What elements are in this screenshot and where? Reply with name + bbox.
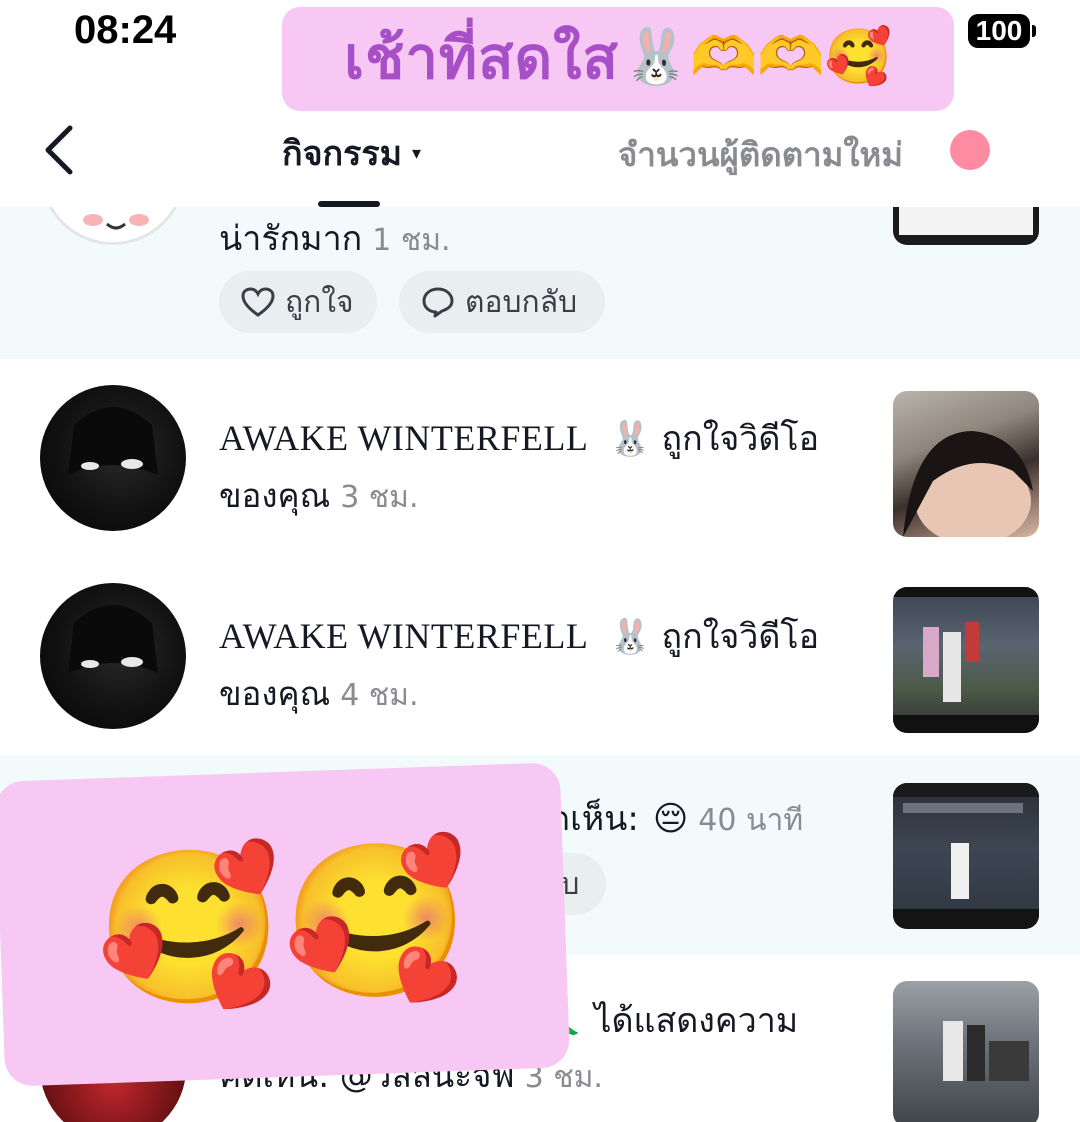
bunny-face-icon	[83, 214, 149, 230]
thumbnail-art	[903, 431, 1033, 537]
activity-text-line2: ของคุณ 4 ชม.	[219, 674, 419, 713]
reply-button[interactable]: ตอบกลับ	[399, 271, 605, 333]
back-arrow-icon[interactable]	[40, 122, 90, 178]
username[interactable]: AWAKE WINTERFELL	[219, 418, 588, 458]
emoji-sticker: 🥰🥰	[0, 762, 571, 1087]
video-thumbnail[interactable]	[893, 391, 1039, 537]
list-item[interactable]: น่ารักมาก 1 ชม. ถูกใจ ตอบกลับ	[0, 207, 1080, 359]
video-thumbnail[interactable]	[893, 587, 1039, 733]
video-thumbnail[interactable]	[893, 783, 1039, 929]
tab-new-followers[interactable]: จำนวนผู้ติดตามใหม่	[618, 128, 903, 181]
heart-icon	[241, 287, 275, 317]
avatar[interactable]	[40, 207, 186, 245]
thumbnail-art	[893, 587, 1039, 733]
banner-text: เช้าที่สดใส	[344, 23, 619, 92]
like-button[interactable]: ถูกใจ	[219, 271, 377, 333]
video-thumbnail[interactable]	[893, 981, 1039, 1122]
smiling-hearts-emoji: 🥰🥰	[92, 831, 473, 1018]
username[interactable]: AWAKE WINTERFELL	[219, 616, 588, 656]
speech-bubble-icon	[422, 287, 454, 318]
tab-activity-label: กิจกรรม	[282, 134, 403, 174]
glowing-eyes-icon	[68, 407, 158, 475]
activity-text: AWAKE WINTERFELL 🐰 ถูกใจวิดีโอ	[219, 418, 820, 459]
list-item[interactable]: AWAKE WINTERFELL 🐰 ถูกใจวิดีโอ ของคุณ 3 ชม…	[0, 359, 1080, 557]
avatar[interactable]	[40, 385, 186, 531]
sticker-banner: เช้าที่สดใส 🐰🫶🫶🥰	[282, 7, 954, 111]
comment-text: 🦜ได้แสดงความ	[540, 1001, 799, 1041]
tab-activity[interactable]: กิจกรรม ▾	[282, 126, 421, 180]
comment-text: น่ารักมาก 1 ชม.	[219, 219, 451, 259]
banner-emoji: 🐰🫶🫶🥰	[622, 25, 892, 88]
avatar[interactable]	[40, 583, 186, 729]
notification-badge	[950, 130, 990, 170]
battery-indicator: 100	[968, 14, 1036, 48]
glowing-eyes-icon	[68, 605, 158, 673]
activity-text: AWAKE WINTERFELL 🐰 ถูกใจวิดีโอ	[219, 616, 820, 657]
comment-text: ดเห็น: 😔 40 นาที	[548, 799, 804, 839]
activity-text-line2: ของคุณ 3 ชม.	[219, 476, 419, 515]
list-item[interactable]: AWAKE WINTERFELL 🐰 ถูกใจวิดีโอ ของคุณ 4 ชม…	[0, 557, 1080, 755]
caret-down-icon: ▾	[412, 142, 422, 164]
status-time: 08:24	[74, 8, 177, 52]
thumbnail-art	[893, 783, 1039, 929]
video-thumbnail[interactable]	[893, 207, 1039, 245]
thumbnail-art	[943, 1021, 1029, 1081]
